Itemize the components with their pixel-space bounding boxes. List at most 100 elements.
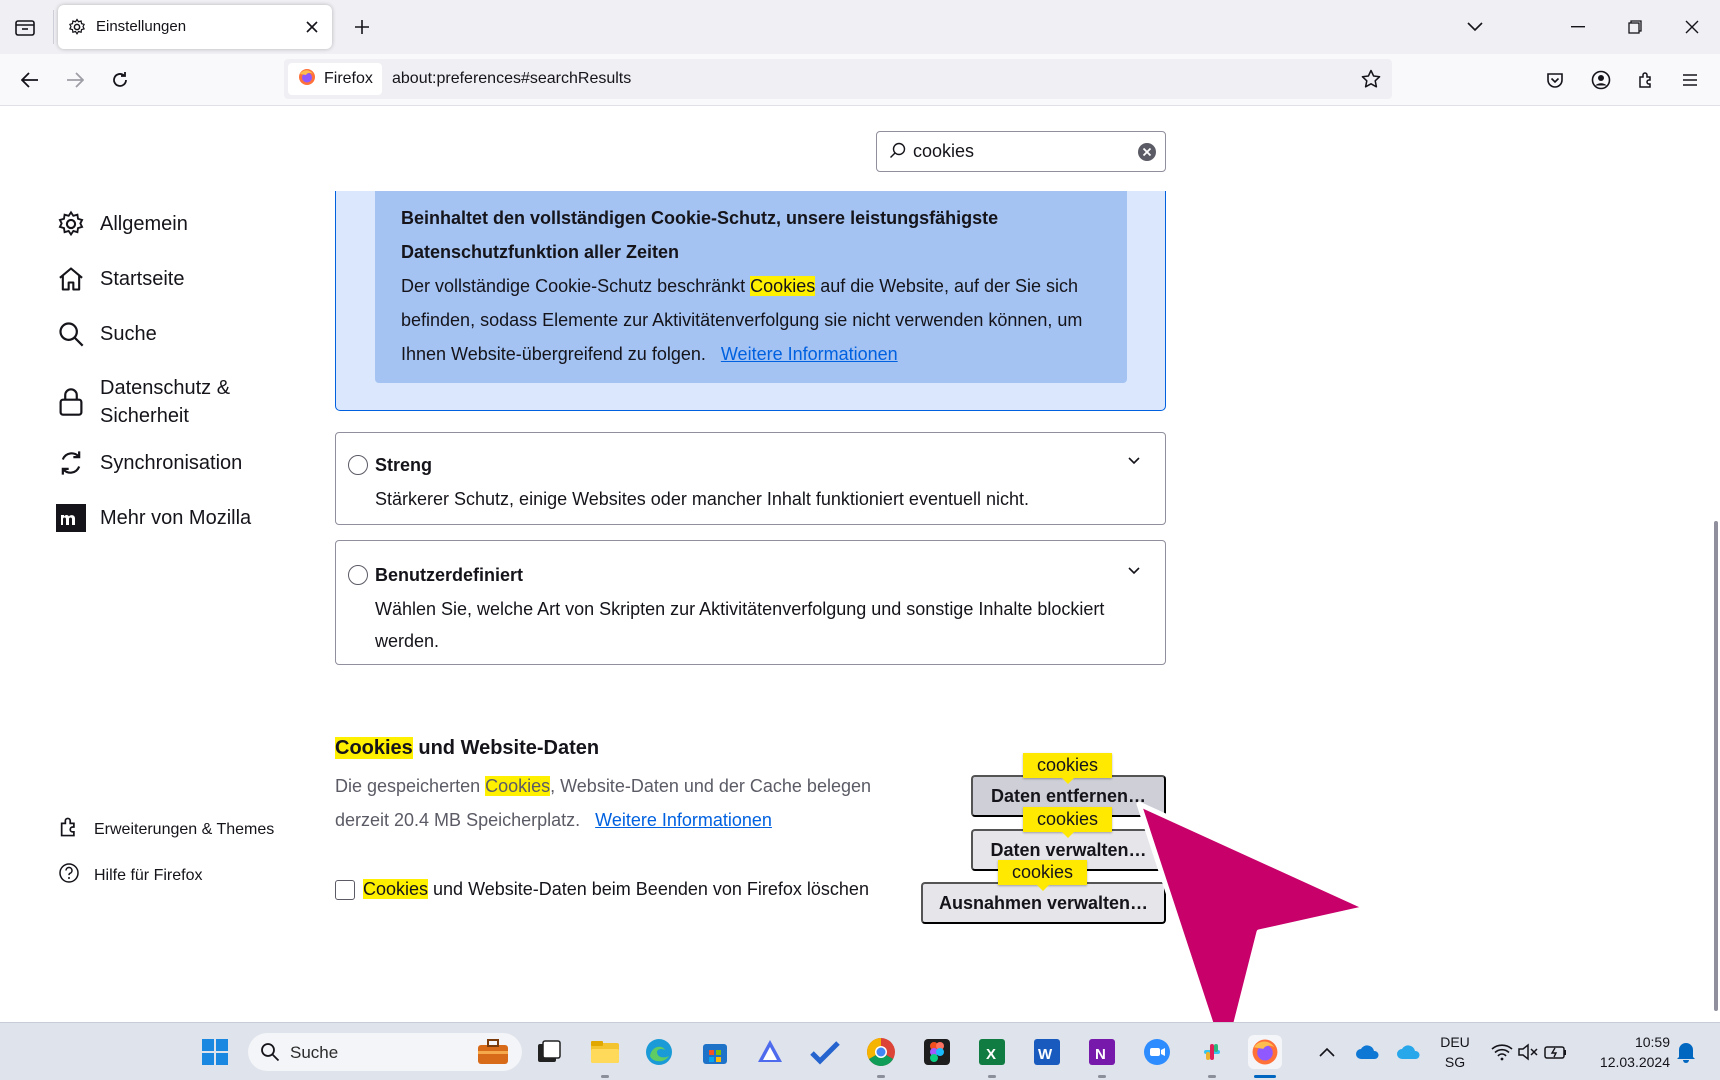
sidebar-firefox-help[interactable]: Hilfe für Firefox <box>58 862 202 889</box>
custom-option-card[interactable]: Benutzerdefiniert Wählen Sie, welche Art… <box>335 540 1166 665</box>
sidebar-item-sync[interactable]: Synchronisation <box>56 448 242 478</box>
checkbox-label: Cookies und Website-Daten beim Beenden v… <box>363 879 869 900</box>
sidebar-item-search[interactable]: Suche <box>56 319 157 349</box>
chevron-down-icon[interactable] <box>1462 14 1488 40</box>
keyboard-language[interactable]: DEU SG <box>1438 1032 1472 1072</box>
close-window-icon[interactable] <box>1679 14 1705 40</box>
zoom-icon[interactable] <box>1140 1035 1174 1069</box>
svg-text:X: X <box>986 1046 996 1063</box>
search-highlight: Cookies <box>485 776 551 796</box>
chrome-icon[interactable] <box>864 1035 898 1069</box>
taskbar-search-label: Suche <box>290 1043 339 1062</box>
battery-icon[interactable] <box>1539 1035 1573 1069</box>
close-icon[interactable] <box>302 17 322 37</box>
lang-bottom: SG <box>1444 1054 1466 1070</box>
sidebar-extensions-themes[interactable]: Erweiterungen & Themes <box>58 816 274 843</box>
excel-icon[interactable]: X <box>975 1035 1009 1069</box>
minimize-icon[interactable] <box>1565 14 1591 40</box>
running-indicator <box>601 1075 609 1078</box>
reload-icon[interactable] <box>107 67 133 93</box>
sidebar-item-general[interactable]: Allgemein <box>56 209 188 239</box>
delete-on-close-checkbox[interactable] <box>335 879 355 900</box>
sidebar-foot-label: Erweiterungen & Themes <box>94 820 275 838</box>
gear-icon <box>56 209 86 239</box>
back-arrow-icon[interactable] <box>17 67 43 93</box>
strict-radio[interactable] <box>348 455 368 475</box>
clear-search-icon[interactable] <box>1137 142 1157 162</box>
preferences-search-box[interactable] <box>876 131 1166 172</box>
custom-radio[interactable] <box>348 565 368 585</box>
briefcase-icon <box>476 1038 510 1071</box>
search-input[interactable] <box>913 141 1113 162</box>
todo-check-icon[interactable] <box>808 1035 842 1069</box>
word-icon[interactable]: W <box>1030 1035 1064 1069</box>
url-text[interactable]: about:preferences#searchResults <box>392 70 631 88</box>
custom-description: Wählen Sie, welche Art von Skripten zur … <box>375 599 1105 651</box>
sidebar-item-home[interactable]: Startseite <box>56 264 184 294</box>
home-icon <box>56 264 86 294</box>
slack-icon[interactable] <box>1195 1035 1229 1069</box>
pocket-icon[interactable] <box>1542 67 1568 93</box>
sidebar-item-label: Mehr von Mozilla <box>100 506 252 529</box>
puzzle-icon <box>58 816 80 843</box>
file-explorer-icon[interactable] <box>588 1035 622 1069</box>
search-highlight: Cookies <box>335 737 413 759</box>
sidebar-item-privacy[interactable]: Datenschutz & Sicherheit <box>56 374 250 430</box>
task-view-icon[interactable] <box>532 1035 566 1069</box>
sidebar-item-mozilla[interactable]: Mehr von Mozilla <box>56 503 251 533</box>
clock-date: 12.03.2024 <box>1599 1054 1670 1070</box>
url-bar[interactable]: Firefox about:preferences#searchResults <box>284 59 1392 99</box>
onenote-icon[interactable]: N <box>1085 1035 1119 1069</box>
checkbox-text: und Website-Daten beim Beenden von Firef… <box>428 879 869 899</box>
delete-on-close-row[interactable]: Cookies und Website-Daten beim Beenden v… <box>335 879 869 900</box>
identity-box[interactable]: Firefox <box>288 63 382 95</box>
cookies-section-title: Cookies und Website-Daten <box>335 737 599 760</box>
taskbar-search[interactable]: Suche <box>248 1033 522 1071</box>
scrollbar-thumb[interactable] <box>1714 521 1718 1011</box>
chevron-down-icon[interactable] <box>1127 453 1145 471</box>
svg-text:W: W <box>1038 1046 1053 1063</box>
mozilla-icon <box>56 503 86 533</box>
extensions-puzzle-icon[interactable] <box>1633 67 1659 93</box>
account-icon[interactable] <box>1588 67 1614 93</box>
chevron-down-icon[interactable] <box>1127 563 1145 581</box>
section-title-text: und Website-Daten <box>412 737 600 759</box>
search-highlight: Cookies <box>750 276 816 296</box>
strict-option-card[interactable]: Streng Stärkerer Schutz, einige Websites… <box>335 432 1166 525</box>
custom-title: Benutzerdefiniert <box>375 565 524 585</box>
help-icon <box>58 862 80 889</box>
firefox-view-icon[interactable] <box>12 15 38 39</box>
forward-arrow-icon[interactable] <box>62 67 88 93</box>
onedrive-icon[interactable] <box>1351 1035 1385 1069</box>
new-tab-button[interactable] <box>350 15 374 39</box>
figma-icon[interactable] <box>920 1035 954 1069</box>
running-indicator <box>1208 1075 1216 1078</box>
restore-icon[interactable] <box>1622 14 1648 40</box>
sync-icon <box>56 448 86 478</box>
search-highlight: Cookies <box>363 879 429 899</box>
notification-bell-icon[interactable] <box>1669 1035 1703 1069</box>
sidebar-item-label: Synchronisation <box>100 451 243 474</box>
windows-start-icon[interactable] <box>198 1035 232 1069</box>
desc-text: Die gespeicherten <box>335 776 486 796</box>
menu-hamburger-icon[interactable] <box>1677 67 1703 93</box>
strict-description: Stärkerer Schutz, einige Websites oder m… <box>375 489 1030 509</box>
firefox-taskbar-icon[interactable] <box>1248 1035 1282 1069</box>
running-indicator <box>877 1075 885 1078</box>
learn-more-link[interactable]: Weitere Informationen <box>595 810 772 830</box>
search-icon <box>260 1042 280 1067</box>
tcp-heading: Beinhaltet den vollständigen Cookie-Schu… <box>401 208 999 262</box>
store-icon[interactable] <box>698 1035 732 1069</box>
clock[interactable]: 10:59 12.03.2024 <box>1586 1032 1670 1072</box>
learn-more-link[interactable]: Weitere Informationen <box>721 344 898 364</box>
tcp-description: Der vollständige Cookie-Schutz beschränk… <box>401 269 1101 371</box>
tab-settings[interactable]: Einstellungen <box>58 5 332 49</box>
edge-icon[interactable] <box>642 1035 676 1069</box>
bookmark-star-icon[interactable] <box>1358 66 1384 92</box>
clock-time: 10:59 <box>1634 1034 1670 1050</box>
app-a-icon[interactable] <box>753 1035 787 1069</box>
search-icon <box>889 142 907 165</box>
onedrive-icon[interactable] <box>1392 1035 1426 1069</box>
active-indicator <box>1254 1075 1276 1078</box>
tray-chevron-up-icon[interactable] <box>1310 1035 1344 1069</box>
